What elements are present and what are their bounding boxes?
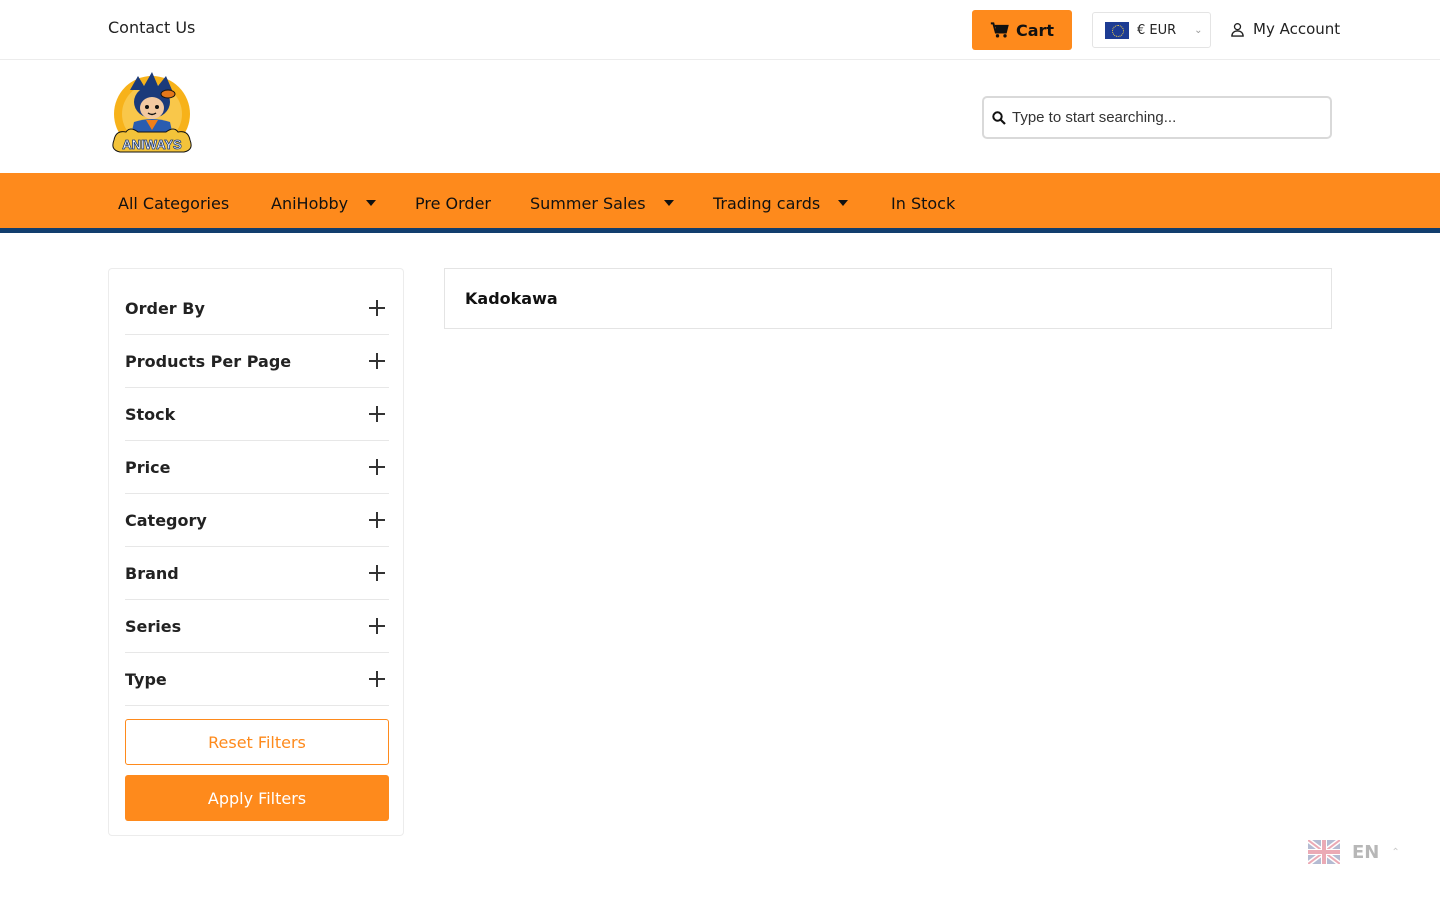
my-account-link[interactable]: My Account [1230, 20, 1340, 38]
contact-us-link[interactable]: Contact Us [108, 18, 195, 37]
logo-text: ANIWAYS [122, 137, 182, 152]
filter-label: Price [125, 457, 171, 477]
apply-filters-button[interactable]: Apply Filters [125, 775, 389, 821]
account-label: My Account [1253, 20, 1341, 38]
nav-item-pre-order[interactable]: Pre Order [415, 194, 530, 213]
cart-button[interactable]: Cart [972, 10, 1072, 50]
language-code: EN [1352, 841, 1380, 863]
filter-type[interactable]: Type [125, 653, 389, 706]
nav-item-all-categories[interactable]: All Categories [118, 194, 271, 213]
nav-label: All Categories [118, 193, 230, 213]
page-title: Kadokawa [465, 289, 558, 308]
nav-label: Trading cards [713, 193, 821, 213]
plus-icon[interactable] [369, 459, 385, 475]
search-icon [992, 110, 1006, 125]
filter-label: Stock [125, 404, 176, 424]
reset-filters-button[interactable]: Reset Filters [125, 719, 389, 765]
language-switcher[interactable]: EN ⌃ [1296, 828, 1422, 876]
filter-label: Type [125, 669, 167, 689]
plus-icon[interactable] [369, 618, 385, 634]
plus-icon[interactable] [369, 406, 385, 422]
plus-icon[interactable] [369, 300, 385, 316]
search-bar[interactable] [982, 96, 1332, 139]
plus-icon[interactable] [369, 671, 385, 687]
nav-label: In Stock [891, 193, 956, 213]
filter-label: Series [125, 616, 182, 636]
eu-flag-icon [1105, 21, 1129, 39]
filter-label: Products Per Page [125, 351, 292, 371]
currency-selector[interactable]: € EUR ⌄ [1092, 12, 1211, 48]
nav-label: AniHobby [271, 193, 349, 213]
chevron-down-icon: ⌄ [1194, 24, 1203, 36]
caret-down-icon [663, 200, 674, 206]
search-input[interactable] [1012, 109, 1312, 126]
filter-label: Order By [125, 298, 205, 318]
nav-item-anihobby[interactable]: AniHobby [271, 194, 415, 213]
main-nav: All Categories AniHobby Pre Order Summer… [0, 173, 1440, 233]
nav-item-summer-sales[interactable]: Summer Sales [530, 194, 713, 213]
chevron-up-icon: ⌃ [1391, 846, 1400, 858]
filter-brand[interactable]: Brand [125, 547, 389, 600]
plus-icon[interactable] [369, 565, 385, 581]
filter-label: Brand [125, 563, 179, 583]
filter-price[interactable]: Price [125, 441, 389, 494]
caret-down-icon [838, 200, 849, 206]
nav-label: Summer Sales [530, 193, 646, 213]
filter-stock[interactable]: Stock [125, 388, 389, 441]
cart-icon [990, 22, 1009, 38]
plus-icon[interactable] [369, 353, 385, 369]
caret-down-icon [366, 200, 377, 206]
filter-category[interactable]: Category [125, 494, 389, 547]
aniways-logo[interactable]: ANIWAYS [108, 70, 196, 162]
filter-sidebar: Order By Products Per Page Stock Price C… [108, 268, 404, 836]
top-bar: Contact Us Cart € EUR ⌄ My Account [0, 0, 1440, 60]
filter-label: Category [125, 510, 207, 530]
nav-item-trading-cards[interactable]: Trading cards [713, 194, 891, 213]
nav-label: Pre Order [415, 193, 491, 213]
nav-item-in-stock[interactable]: In Stock [891, 194, 955, 213]
plus-icon[interactable] [369, 512, 385, 528]
currency-label: € EUR [1137, 22, 1177, 38]
filter-products-per-page[interactable]: Products Per Page [125, 335, 389, 388]
filter-order-by[interactable]: Order By [125, 282, 389, 335]
brand-header-box: Kadokawa [444, 268, 1332, 329]
filter-series[interactable]: Series [125, 600, 389, 653]
cart-label: Cart [1015, 20, 1055, 40]
user-icon [1231, 22, 1244, 37]
uk-flag-icon [1308, 840, 1340, 864]
